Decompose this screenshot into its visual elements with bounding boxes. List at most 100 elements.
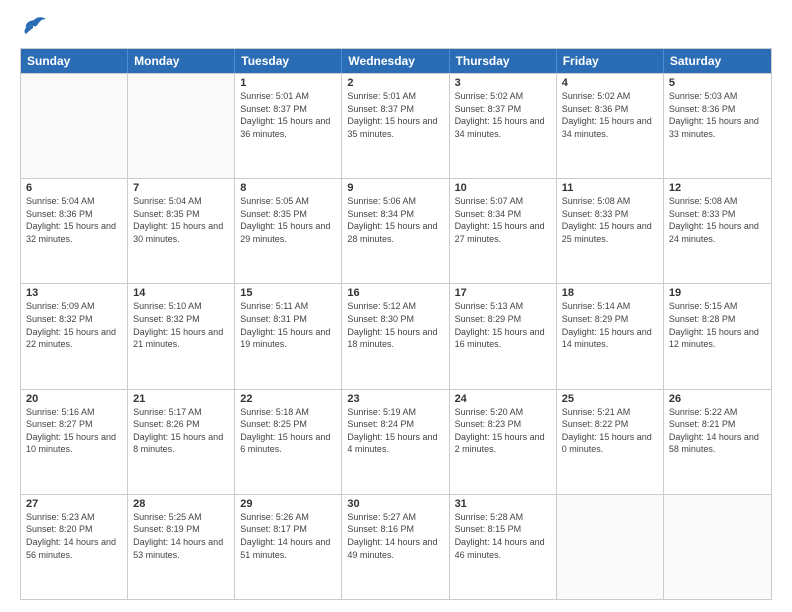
day-info: Sunrise: 5:07 AM Sunset: 8:34 PM Dayligh… — [455, 195, 551, 245]
calendar-week-5: 27Sunrise: 5:23 AM Sunset: 8:20 PM Dayli… — [21, 494, 771, 599]
day-info: Sunrise: 5:21 AM Sunset: 8:22 PM Dayligh… — [562, 406, 658, 456]
header-day-saturday: Saturday — [664, 49, 771, 73]
logo — [20, 16, 52, 38]
calendar-cell: 2Sunrise: 5:01 AM Sunset: 8:37 PM Daylig… — [342, 74, 449, 178]
day-info: Sunrise: 5:05 AM Sunset: 8:35 PM Dayligh… — [240, 195, 336, 245]
calendar-header: SundayMondayTuesdayWednesdayThursdayFrid… — [21, 49, 771, 73]
day-number: 30 — [347, 498, 443, 510]
day-info: Sunrise: 5:14 AM Sunset: 8:29 PM Dayligh… — [562, 300, 658, 350]
calendar-cell: 25Sunrise: 5:21 AM Sunset: 8:22 PM Dayli… — [557, 390, 664, 494]
calendar-cell: 29Sunrise: 5:26 AM Sunset: 8:17 PM Dayli… — [235, 495, 342, 599]
day-info: Sunrise: 5:01 AM Sunset: 8:37 PM Dayligh… — [347, 90, 443, 140]
day-info: Sunrise: 5:08 AM Sunset: 8:33 PM Dayligh… — [562, 195, 658, 245]
day-info: Sunrise: 5:26 AM Sunset: 8:17 PM Dayligh… — [240, 511, 336, 561]
calendar-cell: 11Sunrise: 5:08 AM Sunset: 8:33 PM Dayli… — [557, 179, 664, 283]
calendar-week-2: 6Sunrise: 5:04 AM Sunset: 8:36 PM Daylig… — [21, 178, 771, 283]
day-number: 24 — [455, 393, 551, 405]
calendar-cell: 24Sunrise: 5:20 AM Sunset: 8:23 PM Dayli… — [450, 390, 557, 494]
page: SundayMondayTuesdayWednesdayThursdayFrid… — [0, 0, 792, 612]
calendar-cell: 28Sunrise: 5:25 AM Sunset: 8:19 PM Dayli… — [128, 495, 235, 599]
day-number: 13 — [26, 287, 122, 299]
day-info: Sunrise: 5:04 AM Sunset: 8:35 PM Dayligh… — [133, 195, 229, 245]
calendar-cell: 9Sunrise: 5:06 AM Sunset: 8:34 PM Daylig… — [342, 179, 449, 283]
day-number: 18 — [562, 287, 658, 299]
day-info: Sunrise: 5:27 AM Sunset: 8:16 PM Dayligh… — [347, 511, 443, 561]
calendar-cell: 6Sunrise: 5:04 AM Sunset: 8:36 PM Daylig… — [21, 179, 128, 283]
day-info: Sunrise: 5:15 AM Sunset: 8:28 PM Dayligh… — [669, 300, 766, 350]
calendar-cell: 18Sunrise: 5:14 AM Sunset: 8:29 PM Dayli… — [557, 284, 664, 388]
day-number: 10 — [455, 182, 551, 194]
day-number: 7 — [133, 182, 229, 194]
calendar-cell — [21, 74, 128, 178]
day-info: Sunrise: 5:13 AM Sunset: 8:29 PM Dayligh… — [455, 300, 551, 350]
day-number: 26 — [669, 393, 766, 405]
calendar-cell: 7Sunrise: 5:04 AM Sunset: 8:35 PM Daylig… — [128, 179, 235, 283]
day-number: 2 — [347, 77, 443, 89]
calendar-body: 1Sunrise: 5:01 AM Sunset: 8:37 PM Daylig… — [21, 73, 771, 599]
calendar-cell: 14Sunrise: 5:10 AM Sunset: 8:32 PM Dayli… — [128, 284, 235, 388]
day-info: Sunrise: 5:28 AM Sunset: 8:15 PM Dayligh… — [455, 511, 551, 561]
day-info: Sunrise: 5:03 AM Sunset: 8:36 PM Dayligh… — [669, 90, 766, 140]
header-day-sunday: Sunday — [21, 49, 128, 73]
calendar-cell: 22Sunrise: 5:18 AM Sunset: 8:25 PM Dayli… — [235, 390, 342, 494]
header-day-wednesday: Wednesday — [342, 49, 449, 73]
day-info: Sunrise: 5:02 AM Sunset: 8:36 PM Dayligh… — [562, 90, 658, 140]
day-number: 28 — [133, 498, 229, 510]
calendar-cell: 8Sunrise: 5:05 AM Sunset: 8:35 PM Daylig… — [235, 179, 342, 283]
header-day-thursday: Thursday — [450, 49, 557, 73]
calendar-cell — [557, 495, 664, 599]
day-info: Sunrise: 5:25 AM Sunset: 8:19 PM Dayligh… — [133, 511, 229, 561]
calendar-cell: 10Sunrise: 5:07 AM Sunset: 8:34 PM Dayli… — [450, 179, 557, 283]
header — [20, 16, 772, 38]
day-number: 14 — [133, 287, 229, 299]
day-info: Sunrise: 5:11 AM Sunset: 8:31 PM Dayligh… — [240, 300, 336, 350]
day-info: Sunrise: 5:10 AM Sunset: 8:32 PM Dayligh… — [133, 300, 229, 350]
day-info: Sunrise: 5:22 AM Sunset: 8:21 PM Dayligh… — [669, 406, 766, 456]
calendar-week-4: 20Sunrise: 5:16 AM Sunset: 8:27 PM Dayli… — [21, 389, 771, 494]
calendar-cell: 30Sunrise: 5:27 AM Sunset: 8:16 PM Dayli… — [342, 495, 449, 599]
day-number: 9 — [347, 182, 443, 194]
day-number: 12 — [669, 182, 766, 194]
day-number: 23 — [347, 393, 443, 405]
day-number: 31 — [455, 498, 551, 510]
calendar-cell: 3Sunrise: 5:02 AM Sunset: 8:37 PM Daylig… — [450, 74, 557, 178]
calendar-cell — [664, 495, 771, 599]
calendar-cell: 13Sunrise: 5:09 AM Sunset: 8:32 PM Dayli… — [21, 284, 128, 388]
day-number: 17 — [455, 287, 551, 299]
calendar-cell: 23Sunrise: 5:19 AM Sunset: 8:24 PM Dayli… — [342, 390, 449, 494]
day-number: 1 — [240, 77, 336, 89]
calendar-cell: 19Sunrise: 5:15 AM Sunset: 8:28 PM Dayli… — [664, 284, 771, 388]
calendar-cell: 27Sunrise: 5:23 AM Sunset: 8:20 PM Dayli… — [21, 495, 128, 599]
day-number: 27 — [26, 498, 122, 510]
day-info: Sunrise: 5:04 AM Sunset: 8:36 PM Dayligh… — [26, 195, 122, 245]
day-number: 29 — [240, 498, 336, 510]
calendar-week-3: 13Sunrise: 5:09 AM Sunset: 8:32 PM Dayli… — [21, 283, 771, 388]
day-number: 21 — [133, 393, 229, 405]
day-number: 3 — [455, 77, 551, 89]
header-day-tuesday: Tuesday — [235, 49, 342, 73]
calendar-cell: 4Sunrise: 5:02 AM Sunset: 8:36 PM Daylig… — [557, 74, 664, 178]
calendar-cell: 17Sunrise: 5:13 AM Sunset: 8:29 PM Dayli… — [450, 284, 557, 388]
calendar-cell: 12Sunrise: 5:08 AM Sunset: 8:33 PM Dayli… — [664, 179, 771, 283]
day-number: 8 — [240, 182, 336, 194]
day-number: 16 — [347, 287, 443, 299]
day-info: Sunrise: 5:17 AM Sunset: 8:26 PM Dayligh… — [133, 406, 229, 456]
header-day-monday: Monday — [128, 49, 235, 73]
calendar-cell: 16Sunrise: 5:12 AM Sunset: 8:30 PM Dayli… — [342, 284, 449, 388]
calendar-cell: 26Sunrise: 5:22 AM Sunset: 8:21 PM Dayli… — [664, 390, 771, 494]
day-info: Sunrise: 5:12 AM Sunset: 8:30 PM Dayligh… — [347, 300, 443, 350]
day-info: Sunrise: 5:23 AM Sunset: 8:20 PM Dayligh… — [26, 511, 122, 561]
calendar-week-1: 1Sunrise: 5:01 AM Sunset: 8:37 PM Daylig… — [21, 73, 771, 178]
calendar-cell: 5Sunrise: 5:03 AM Sunset: 8:36 PM Daylig… — [664, 74, 771, 178]
day-info: Sunrise: 5:01 AM Sunset: 8:37 PM Dayligh… — [240, 90, 336, 140]
day-number: 19 — [669, 287, 766, 299]
day-info: Sunrise: 5:19 AM Sunset: 8:24 PM Dayligh… — [347, 406, 443, 456]
day-info: Sunrise: 5:16 AM Sunset: 8:27 PM Dayligh… — [26, 406, 122, 456]
day-info: Sunrise: 5:18 AM Sunset: 8:25 PM Dayligh… — [240, 406, 336, 456]
calendar-cell: 31Sunrise: 5:28 AM Sunset: 8:15 PM Dayli… — [450, 495, 557, 599]
day-info: Sunrise: 5:02 AM Sunset: 8:37 PM Dayligh… — [455, 90, 551, 140]
day-number: 5 — [669, 77, 766, 89]
header-day-friday: Friday — [557, 49, 664, 73]
day-number: 11 — [562, 182, 658, 194]
day-info: Sunrise: 5:06 AM Sunset: 8:34 PM Dayligh… — [347, 195, 443, 245]
